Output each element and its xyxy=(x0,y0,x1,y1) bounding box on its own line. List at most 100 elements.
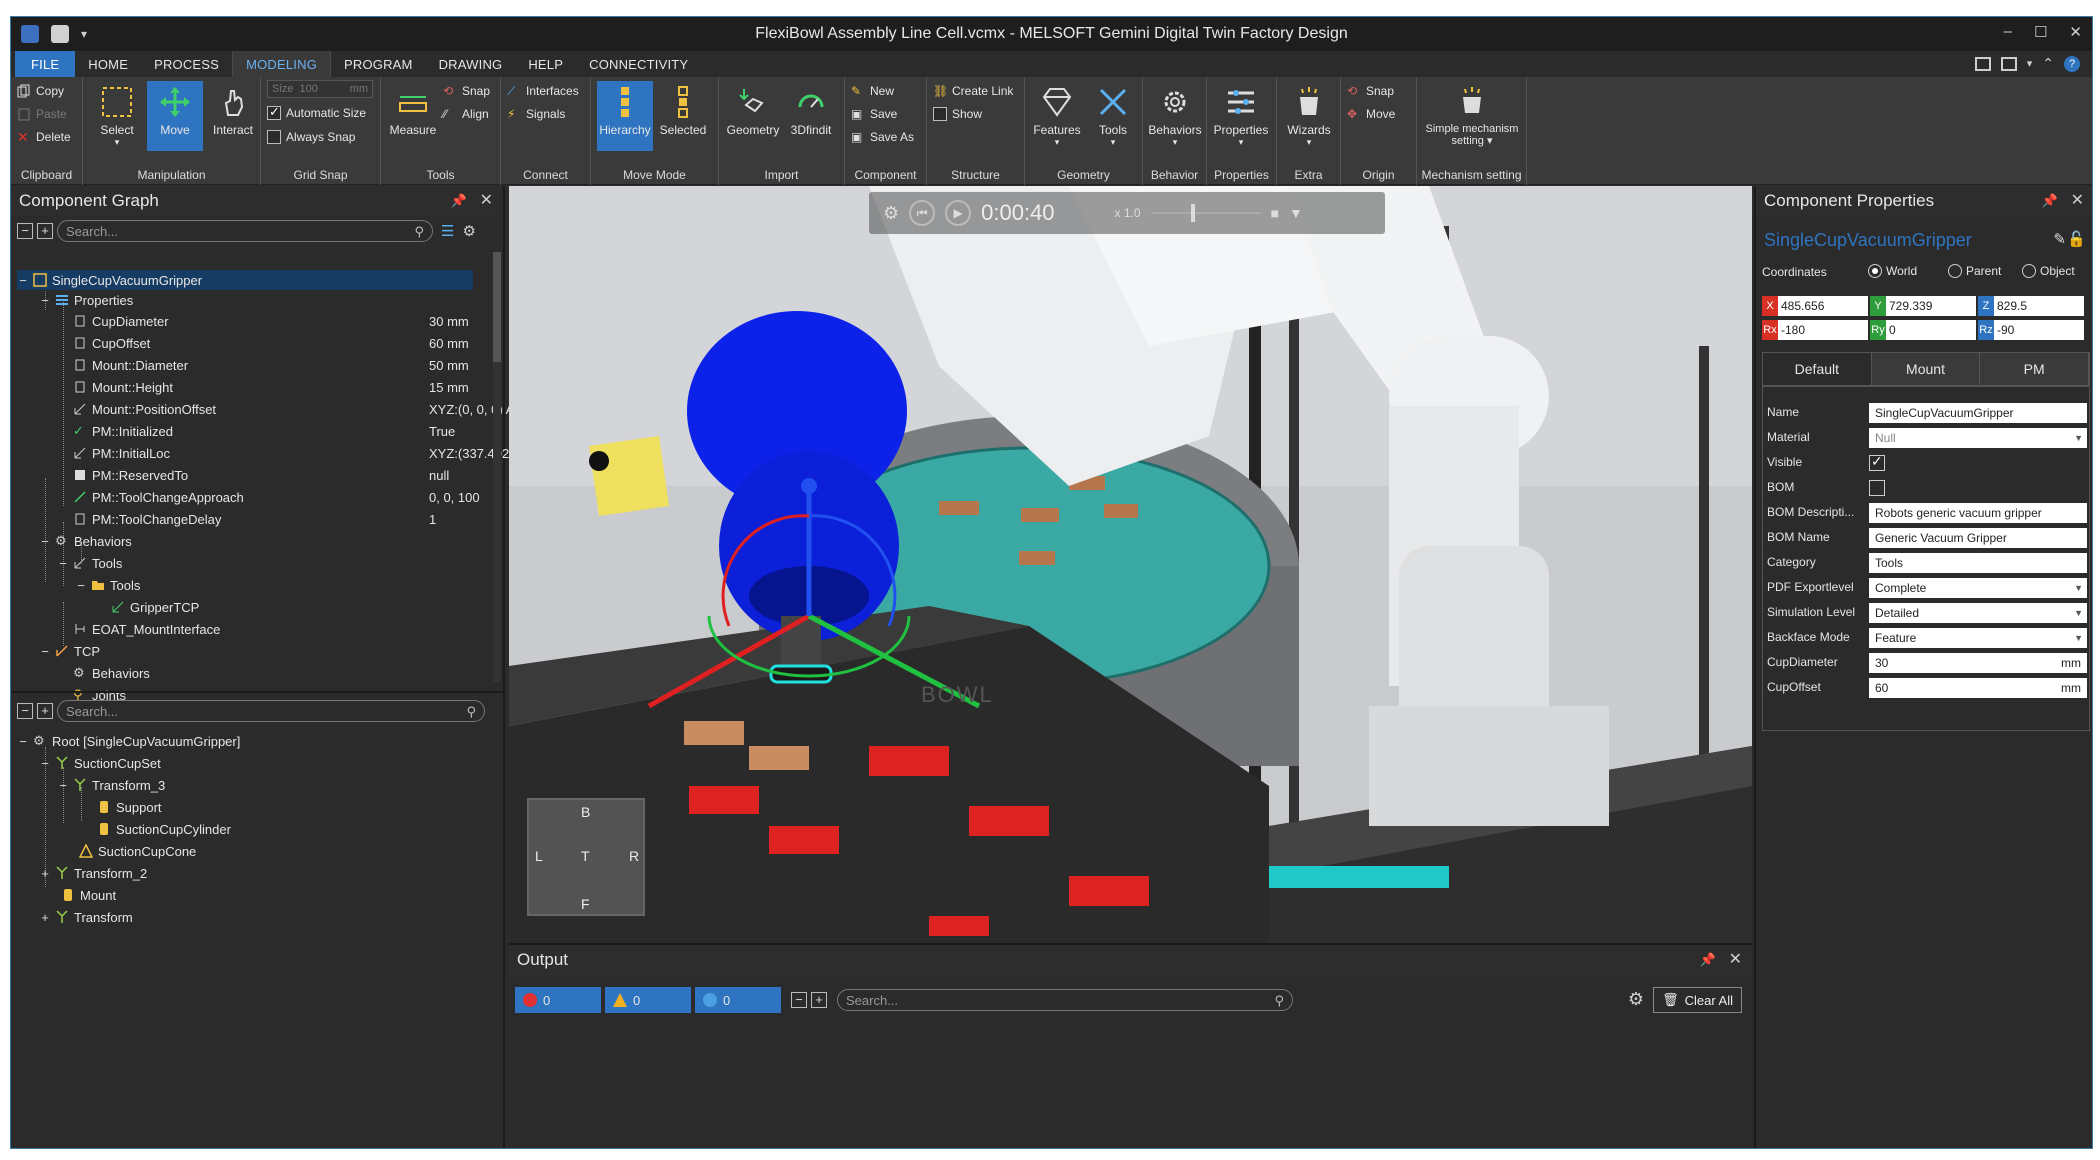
tab-help[interactable]: HELP xyxy=(515,51,576,77)
name-input[interactable]: SingleCupVacuumGripper xyxy=(1869,403,2087,423)
expand-output-button[interactable]: + xyxy=(811,992,827,1008)
simulation-level-select[interactable]: Detailed ▼ xyxy=(1869,603,2087,623)
collapse-icon[interactable]: − xyxy=(17,273,29,288)
settings-gear-icon[interactable]: ⚙ xyxy=(462,222,475,240)
snap-button[interactable]: ⟲ Snap xyxy=(443,81,490,101)
tab-program[interactable]: PROGRAM xyxy=(331,51,426,77)
coord-object-radio[interactable]: Object xyxy=(2022,264,2075,278)
filter-funnel-icon[interactable]: ▼ xyxy=(1289,205,1303,221)
reset-simulation-button[interactable]: ⏮ xyxy=(909,200,936,226)
tree-gripper-tcp[interactable]: GripperTCP xyxy=(107,597,199,617)
window-layout-icon[interactable] xyxy=(2000,56,2017,71)
output-search[interactable]: Search... ⚲ xyxy=(837,989,1293,1011)
material-select[interactable]: Null ▼ xyxy=(1869,428,2087,448)
z-field[interactable]: Z 829.5 xyxy=(1978,296,2084,316)
minimize-icon[interactable]: – xyxy=(2004,23,2012,41)
bom-checkbox[interactable] xyxy=(1869,480,1885,496)
collapse-icon[interactable]: − xyxy=(57,778,69,793)
bom-name-input[interactable]: Generic Vacuum Gripper xyxy=(1869,528,2087,548)
panel-splitter[interactable] xyxy=(11,691,503,693)
simulation-settings-icon[interactable]: ⚙ xyxy=(883,203,899,224)
origin-move-button[interactable]: ✥ Move xyxy=(1347,104,1395,124)
tree-tools-folder[interactable]: − Tools xyxy=(75,575,140,595)
measure-button[interactable]: Measure xyxy=(385,81,441,151)
save-as-component-button[interactable]: ▣ Save As xyxy=(851,127,914,147)
pin-icon[interactable]: 📌 xyxy=(1700,952,1716,968)
expand-icon[interactable]: + xyxy=(39,866,51,881)
backface-mode-select[interactable]: Feature ▼ xyxy=(1869,628,2087,648)
automatic-size-checkbox[interactable]: Automatic Size xyxy=(267,103,366,123)
paste-button[interactable]: Paste xyxy=(17,104,67,124)
tree-tcp-behaviors[interactable]: ⚙ Behaviors xyxy=(69,663,150,683)
property-row[interactable]: PM::ToolChangeApproach 0, 0, 100 xyxy=(69,487,509,507)
tree-tcp[interactable]: − TCP xyxy=(39,641,100,661)
tree-behaviors[interactable]: − ⚙ Behaviors xyxy=(39,531,132,551)
tab-drawing[interactable]: DRAWING xyxy=(426,51,516,77)
interfaces-button[interactable]: ⟋ Interfaces xyxy=(507,81,579,101)
tree-tools[interactable]: − Tools xyxy=(57,553,122,573)
maximize-icon[interactable]: ☐ xyxy=(2034,23,2047,41)
node-transform-3[interactable]: − Transform_3 xyxy=(57,775,165,795)
signals-button[interactable]: ⚡ Signals xyxy=(507,104,565,124)
node-suction-cup-set[interactable]: − SuctionCupSet xyxy=(39,753,161,773)
component-graph-search[interactable]: Search... ⚲ xyxy=(57,220,433,242)
node-mount[interactable]: Mount xyxy=(57,885,116,905)
align-button[interactable]: ⁄⁄ Align xyxy=(443,104,489,124)
origin-snap-button[interactable]: ⟲ Snap xyxy=(1347,81,1394,101)
pin-icon[interactable]: 📌 xyxy=(451,193,467,209)
node-transform[interactable]: + Transform xyxy=(39,907,133,927)
component-graph-scrollbar[interactable] xyxy=(493,252,501,682)
property-row[interactable]: PM::ToolChangeDelay 1 xyxy=(69,509,509,529)
move-button[interactable]: Move xyxy=(147,81,203,151)
tree-eoat[interactable]: EOAT_MountInterface xyxy=(69,619,220,639)
collapse-icon[interactable]: − xyxy=(39,644,51,659)
wizards-button[interactable]: Wizards ▾ xyxy=(1281,81,1337,151)
create-link-button[interactable]: ⛓ Create Link xyxy=(933,81,1013,101)
simple-mechanism-button[interactable]: Simple mechanism setting ▾ xyxy=(1421,81,1523,151)
navcube-left[interactable]: L xyxy=(535,848,543,864)
radio-parent[interactable] xyxy=(1948,264,1962,278)
always-snap-checkbox[interactable]: Always Snap xyxy=(267,127,355,147)
close-window-icon[interactable]: ✕ xyxy=(2069,23,2082,41)
radio-world[interactable] xyxy=(1868,264,1882,278)
collapse-icon[interactable]: − xyxy=(17,734,29,749)
clear-all-button[interactable]: 🗑 Clear All xyxy=(1653,987,1742,1013)
tree-properties[interactable]: − Properties xyxy=(39,290,133,310)
expand-all-nodes-button[interactable]: + xyxy=(37,703,53,719)
geometry-import-button[interactable]: Geometry xyxy=(725,81,781,151)
collapse-ribbon-icon[interactable]: ⌃ xyxy=(2042,55,2054,72)
close-output-icon[interactable]: ✕ xyxy=(1729,949,1742,969)
collapse-icon[interactable]: − xyxy=(39,534,51,549)
tab-process[interactable]: PROCESS xyxy=(141,51,232,77)
play-button[interactable]: ▶ xyxy=(945,200,972,226)
navcube-back[interactable]: B xyxy=(581,804,590,820)
node-root[interactable]: − ⚙ Root [SingleCupVacuumGripper] xyxy=(17,731,240,751)
customize-caret-icon[interactable]: ▾ xyxy=(81,27,87,41)
new-component-button[interactable]: ✎ New xyxy=(851,81,894,101)
always-snap-check[interactable] xyxy=(267,130,281,144)
tab-modeling[interactable]: MODELING xyxy=(232,51,332,77)
output-settings-icon[interactable]: ⚙ xyxy=(1628,989,1644,1010)
property-row[interactable]: CupDiameter 30 mm xyxy=(69,311,509,331)
visible-checkbox[interactable] xyxy=(1869,453,1885,471)
grid-size-field[interactable]: Size 100 mm xyxy=(267,79,373,99)
close-panel-icon[interactable]: ✕ xyxy=(480,190,493,210)
navcube-front[interactable]: F xyxy=(581,896,590,912)
node-suction-cup-cone[interactable]: SuctionCupCone xyxy=(75,841,196,861)
node-transform-2[interactable]: + Transform_2 xyxy=(39,863,147,883)
automatic-size-check[interactable] xyxy=(267,104,281,120)
property-row[interactable]: Mount::PositionOffset XYZ:(0, 0, 0) ABC:… xyxy=(69,399,548,419)
geometry-tools-button[interactable]: Tools ▾ xyxy=(1085,81,1141,151)
collapse-icon[interactable]: − xyxy=(75,578,87,593)
tab-file[interactable]: FILE xyxy=(15,51,76,77)
node-tree-search[interactable]: Search... ⚲ xyxy=(57,700,485,722)
selected-button[interactable]: Selected xyxy=(655,81,711,151)
help-icon[interactable]: ? xyxy=(2064,55,2080,72)
speed-slider-handle[interactable] xyxy=(1190,204,1195,222)
layout-icon[interactable] xyxy=(1974,56,1991,71)
save-icon[interactable] xyxy=(51,25,69,43)
collapse-icon[interactable]: − xyxy=(39,756,51,771)
radio-object[interactable] xyxy=(2022,264,2036,278)
behaviors-button[interactable]: Behaviors ▾ xyxy=(1147,81,1203,151)
tab-default[interactable]: Default xyxy=(1763,353,1872,385)
